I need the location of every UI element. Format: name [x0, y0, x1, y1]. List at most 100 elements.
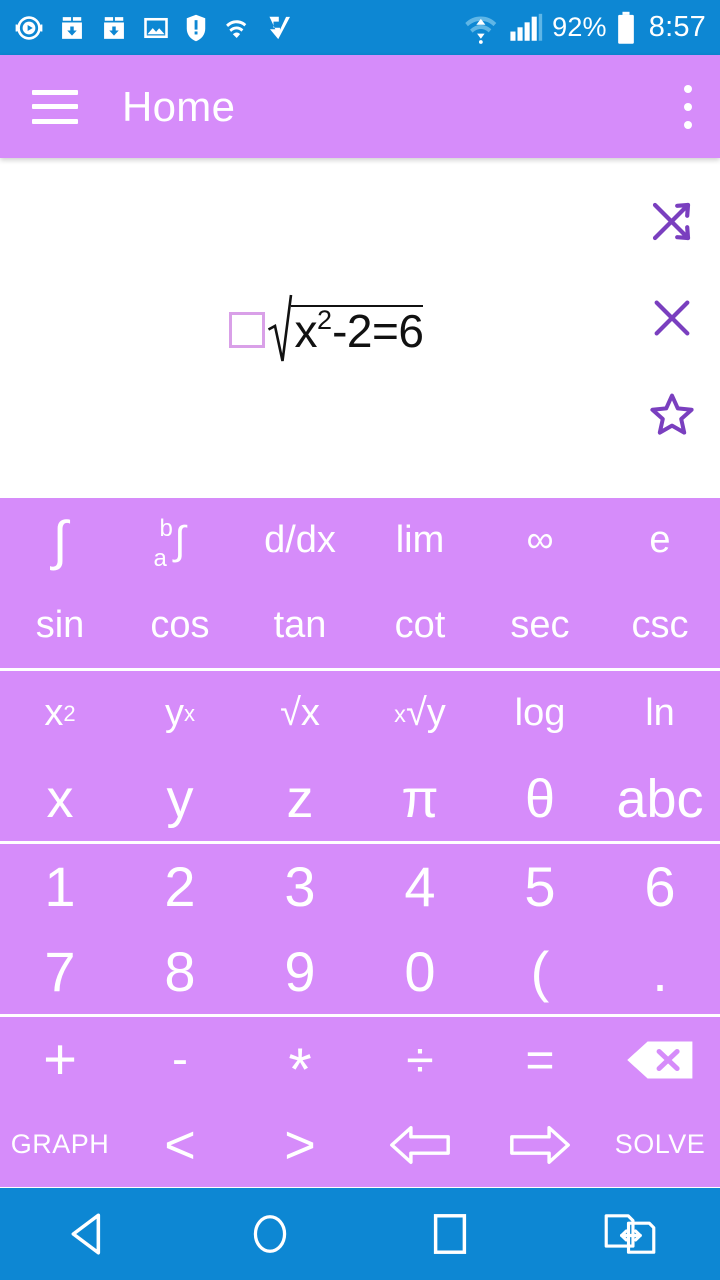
keypad: ∫ ∫∫ab b a d/dx lim ∞ e sin cos tan cot	[0, 498, 720, 1187]
wifi-wave-icon	[226, 19, 247, 38]
key-digit-5[interactable]: 5	[480, 844, 600, 929]
battery-icon	[617, 11, 634, 44]
hamburger-menu-icon[interactable]	[32, 89, 78, 124]
key-minus[interactable]: -	[120, 1017, 240, 1102]
keypad-row: 1 2 3 4 5 6	[0, 844, 720, 929]
key-digit-2[interactable]: 2	[120, 844, 240, 929]
battery-percent-label: 92%	[552, 12, 607, 42]
keypad-group-numbers: 1 2 3 4 5 6 7 8 9 0 ( .	[0, 841, 720, 1014]
keypad-row: x y z π θ abc	[0, 756, 720, 841]
keypad-row: GRAPH < > SOLVE	[0, 1102, 720, 1187]
key-derivative[interactable]: d/dx	[240, 498, 360, 583]
keypad-row: sin cos tan cot sec csc	[0, 583, 720, 668]
equation-tail: -2=6	[332, 304, 424, 357]
wifi-transfer-icon	[465, 16, 497, 44]
app-root: 92% 8:57 Home x 2 -2=6 ∫ ∫ b a d/dx lim …	[0, 0, 720, 1280]
key-square-root[interactable]: √x	[240, 671, 360, 756]
status-bar: 92% 8:57	[0, 0, 720, 55]
key-x-squared-base: x	[44, 692, 64, 734]
key-decimal-point[interactable]: .	[600, 929, 720, 1014]
radical-index-placeholder[interactable]	[228, 312, 265, 348]
key-nth-root[interactable]: x √y	[360, 671, 480, 756]
key-digit-3[interactable]: 3	[240, 844, 360, 929]
arrow-right-icon[interactable]	[480, 1102, 600, 1187]
overflow-menu-icon[interactable]	[682, 84, 694, 129]
android-nav-bar	[0, 1188, 720, 1280]
radicand: x 2 -2=6	[290, 304, 424, 357]
key-cos[interactable]: cos	[120, 583, 240, 668]
expression: x 2 -2=6	[228, 293, 424, 363]
key-digit-4[interactable]: 4	[360, 844, 480, 929]
image-icon	[144, 17, 168, 38]
key-log[interactable]: log	[480, 671, 600, 756]
key-less-than[interactable]: <	[120, 1102, 240, 1187]
app-bar: Home	[0, 55, 720, 158]
status-bar-right-icons: 92% 8:57	[462, 11, 706, 45]
status-bar-left-icons	[14, 13, 292, 43]
key-digit-8[interactable]: 8	[120, 929, 240, 1014]
download-box-icon	[62, 16, 82, 39]
key-pi[interactable]: π	[360, 756, 480, 841]
key-open-paren[interactable]: (	[480, 929, 600, 1014]
key-digit-7[interactable]: 7	[0, 929, 120, 1014]
expression-display[interactable]: x 2 -2=6	[0, 158, 624, 498]
backspace-icon[interactable]	[600, 1017, 720, 1102]
key-var-x[interactable]: x	[0, 756, 120, 841]
key-abc-keyboard[interactable]: abc	[600, 756, 720, 841]
key-y-to-x[interactable]: yx	[120, 671, 240, 756]
radicand-exponent: 2	[317, 304, 333, 335]
key-x-squared[interactable]: x2	[0, 671, 120, 756]
radicand-base: x	[294, 304, 318, 357]
key-infinity[interactable]: ∞	[480, 498, 600, 583]
check-flag-icon	[269, 16, 290, 39]
keypad-row: + - * ÷ =	[0, 1017, 720, 1103]
shuffle-icon[interactable]	[624, 174, 720, 270]
key-ln[interactable]: ln	[600, 671, 720, 756]
clock-label: 8:57	[648, 11, 706, 43]
nav-home-icon[interactable]	[180, 1188, 360, 1280]
keypad-group-operators: + - * ÷ = GRAPH < > SOLVE	[0, 1014, 720, 1187]
expression-side-actions	[624, 158, 720, 498]
key-divide[interactable]: ÷	[360, 1017, 480, 1102]
key-plus[interactable]: +	[0, 1017, 120, 1102]
key-sin[interactable]: sin	[0, 583, 120, 668]
key-solve-button[interactable]: SOLVE	[600, 1102, 720, 1187]
key-integral[interactable]: ∫	[0, 498, 120, 583]
nav-back-icon[interactable]	[0, 1188, 180, 1280]
key-equals[interactable]: =	[480, 1017, 600, 1102]
key-var-y[interactable]: y	[120, 756, 240, 841]
key-euler-e[interactable]: e	[600, 498, 720, 583]
key-var-z[interactable]: z	[240, 756, 360, 841]
nav-switch-app-icon[interactable]	[540, 1188, 720, 1280]
key-graph-button[interactable]: GRAPH	[0, 1102, 120, 1187]
close-icon[interactable]	[624, 270, 720, 366]
key-theta[interactable]: θ	[480, 756, 600, 841]
page-title: Home	[122, 82, 236, 130]
key-digit-0[interactable]: 0	[360, 929, 480, 1014]
keypad-row: ∫ ∫∫ab b a d/dx lim ∞ e	[0, 498, 720, 583]
key-nth-root-body: √y	[405, 692, 446, 734]
key-y-to-x-base: y	[164, 692, 184, 734]
key-definite-integral[interactable]: ∫∫ab b a	[120, 498, 240, 583]
key-digit-6[interactable]: 6	[600, 844, 720, 929]
key-limit[interactable]: lim	[360, 498, 480, 583]
key-cot[interactable]: cot	[360, 583, 480, 668]
download-box-icon-2	[104, 16, 124, 39]
expression-area: x 2 -2=6	[0, 158, 720, 498]
nav-recents-icon[interactable]	[360, 1188, 540, 1280]
definite-integral-glyph: ∫∫ab	[174, 518, 186, 563]
signal-bars-icon	[510, 13, 543, 41]
key-csc[interactable]: csc	[600, 583, 720, 668]
key-digit-1[interactable]: 1	[0, 844, 120, 929]
star-icon[interactable]	[624, 366, 720, 462]
key-tan[interactable]: tan	[240, 583, 360, 668]
headphones-play-icon	[15, 15, 43, 40]
key-sec[interactable]: sec	[480, 583, 600, 668]
key-greater-than[interactable]: >	[240, 1102, 360, 1187]
arrow-left-icon[interactable]	[360, 1102, 480, 1187]
keypad-group-variables: x2 yx √x x √y log ln x y z π θ abc	[0, 668, 720, 841]
radical-symbol	[267, 293, 293, 363]
key-digit-9[interactable]: 9	[240, 929, 360, 1014]
keypad-row: 7 8 9 0 ( .	[0, 929, 720, 1014]
key-multiply[interactable]: *	[240, 1027, 360, 1112]
